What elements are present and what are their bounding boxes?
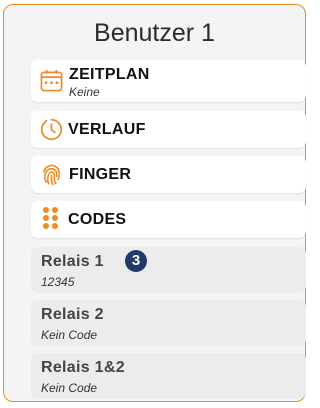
relay-item-1-2[interactable]: Relais 1&2 Kein Code	[31, 353, 306, 399]
calendar-icon	[40, 69, 63, 97]
relay-item-1[interactable]: Relais 1 3 12345	[31, 247, 306, 293]
relay-code: 12345	[41, 275, 75, 289]
user-panel: Benutzer 1 ZEITPLAN Keine VERLAUF FINGER…	[3, 4, 306, 402]
finger-button[interactable]: FINGER	[31, 156, 306, 193]
codes-label: CODES	[68, 211, 127, 228]
zeitplan-button[interactable]: ZEITPLAN Keine	[31, 60, 306, 102]
relay-item-2[interactable]: Relais 2 Kein Code	[31, 300, 306, 346]
codes-button[interactable]: CODES	[31, 201, 306, 238]
verlauf-button[interactable]: VERLAUF	[31, 111, 306, 148]
zeitplan-label: ZEITPLAN	[69, 66, 150, 83]
finger-label: FINGER	[69, 166, 132, 183]
relay-code: Kein Code	[41, 328, 98, 342]
relay-badge: 3	[125, 250, 147, 272]
clock-history-icon	[40, 118, 63, 146]
relay-label: Relais 2	[41, 306, 104, 323]
verlauf-label: VERLAUF	[68, 121, 146, 138]
fingerprint-icon	[40, 163, 63, 191]
relay-code: Kein Code	[41, 381, 98, 395]
relay-label: Relais 1&2	[41, 359, 125, 376]
zeitplan-value: Keine	[69, 85, 100, 99]
page-title: Benutzer 1	[94, 19, 215, 47]
relay-label: Relais 1	[41, 253, 104, 270]
keypad-icon	[41, 206, 63, 237]
